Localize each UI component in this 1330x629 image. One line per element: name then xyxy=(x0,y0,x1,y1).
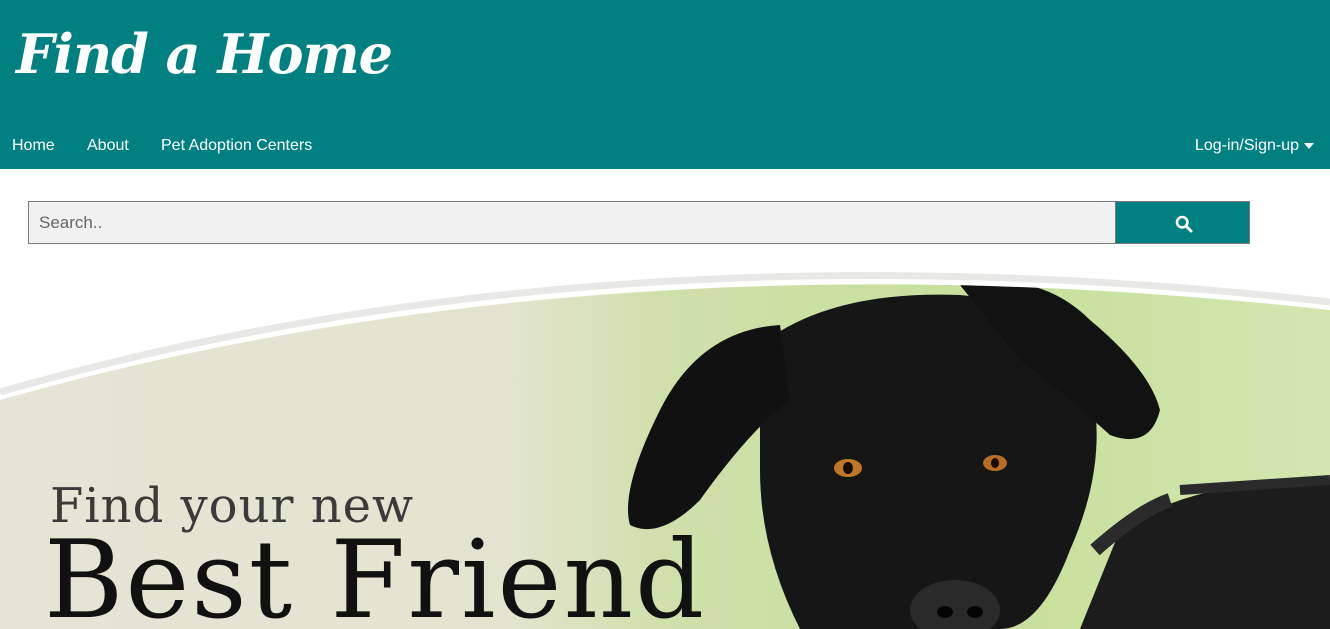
search-bar xyxy=(28,201,1250,244)
nav-link-pet-adoption-centers[interactable]: Pet Adoption Centers xyxy=(161,137,312,155)
hero-banner: Find your new Best Friend xyxy=(0,250,1330,629)
nav-link-about[interactable]: About xyxy=(87,137,129,155)
search-button[interactable] xyxy=(1115,201,1250,244)
site-header: Find a Home Home About Pet Adoption Cent… xyxy=(0,0,1330,169)
main-nav: Home About Pet Adoption Centers Log-in/S… xyxy=(0,124,1330,169)
login-signup-dropdown[interactable]: Log-in/Sign-up xyxy=(1195,137,1314,155)
search-input[interactable] xyxy=(28,201,1116,244)
search-icon xyxy=(1175,215,1193,233)
caret-down-icon xyxy=(1304,142,1314,149)
nav-link-home[interactable]: Home xyxy=(12,137,55,155)
login-signup-label: Log-in/Sign-up xyxy=(1194,137,1299,154)
site-logo-title: Find a Home xyxy=(16,22,393,86)
hero-heading: Best Friend xyxy=(44,518,707,629)
